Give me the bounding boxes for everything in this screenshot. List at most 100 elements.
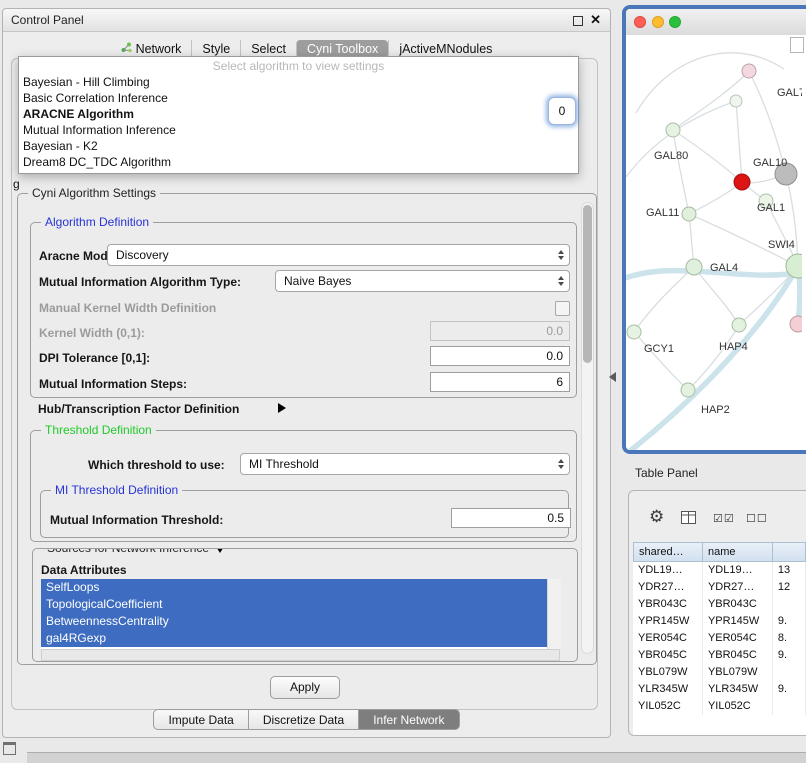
table-row[interactable]: YBR043CYBR043C: [633, 596, 806, 613]
docked-panel-icon[interactable]: [3, 742, 16, 755]
collapse-caret-icon: [215, 548, 225, 553]
table-cell: YDR27…: [633, 579, 703, 596]
svg-text:SWI4: SWI4: [768, 239, 795, 251]
mi-threshold-field[interactable]: 0.5: [451, 508, 571, 528]
threshold-definition-group: Threshold Definition Which threshold to …: [30, 430, 577, 542]
control-panel-window: Control Panel ✕ Network Style Select Cyni T…: [2, 8, 611, 738]
sources-group: Sources for Network Inference Data Attri…: [32, 548, 578, 662]
table-cell: YLR345W: [633, 681, 703, 698]
attribute-item-selfloops[interactable]: SelfLoops: [41, 579, 560, 596]
svg-text:GAL4: GAL4: [710, 262, 738, 274]
mi-type-select[interactable]: Naive Bayes: [275, 270, 570, 292]
table-row[interactable]: YIL052CYIL052C: [633, 698, 806, 715]
table-row[interactable]: YDR27…YDR27…12: [633, 579, 806, 596]
table-cell: YIL052C: [703, 698, 773, 715]
table-row[interactable]: YER054CYER054C8.: [633, 630, 806, 647]
dpi-tolerance-field[interactable]: 0.0: [430, 346, 570, 366]
column-header-shared-[interactable]: shared…: [633, 542, 703, 562]
expand-arrow-icon[interactable]: [278, 403, 286, 413]
float-window-icon[interactable]: [573, 16, 583, 26]
close-window-icon[interactable]: ✕: [590, 12, 601, 28]
svg-text:GCY1: GCY1: [644, 343, 674, 355]
table-row[interactable]: YPR145WYPR145W9.: [633, 613, 806, 630]
algorithm-option-basic-correlation-inference[interactable]: Basic Correlation Inference: [19, 90, 578, 106]
sources-title[interactable]: Sources for Network Inference: [43, 548, 229, 555]
split-collapse-icon[interactable]: [609, 372, 616, 382]
attributes-vscrollbar[interactable]: [547, 579, 561, 649]
table-row[interactable]: YBL079WYBL079W: [633, 664, 806, 681]
mi-type-label: Mutual Information Algorithm Type:: [39, 275, 241, 289]
mi-steps-field[interactable]: 6: [430, 372, 570, 392]
table-cell: [773, 698, 806, 715]
svg-text:GAL10: GAL10: [753, 157, 787, 169]
svg-text:HAP4: HAP4: [719, 341, 748, 353]
algorithm-definition-group: Algorithm Definition Aracne Mode: Discov…: [30, 222, 577, 398]
dpi-tolerance-label: DPI Tolerance [0,1]:: [39, 351, 150, 365]
attributes-hscrollbar[interactable]: [41, 649, 560, 661]
which-threshold-value: MI Threshold: [249, 457, 319, 471]
algorithm-definition-title: Algorithm Definition: [41, 215, 153, 229]
aracne-mode-select[interactable]: Discovery: [107, 244, 570, 266]
table-cell: [773, 596, 806, 613]
minimize-traffic-light-icon[interactable]: [652, 16, 664, 28]
table-header[interactable]: shared…name: [633, 542, 806, 562]
attribute-item-gal4rgexp[interactable]: gal4RGexp: [41, 630, 560, 647]
mi-threshold-label: Mutual Information Threshold:: [50, 513, 223, 527]
network-canvas[interactable]: GAL80GAL10GAL11GAL1SWI4GAL4GCY1HAP4HAP2G…: [626, 35, 806, 450]
table-cell: 13: [773, 562, 806, 579]
tab-label: Network: [136, 42, 182, 56]
which-threshold-label: Which threshold to use:: [88, 458, 225, 472]
column-header-2[interactable]: [773, 542, 806, 562]
table-cell: YLR345W: [703, 681, 773, 698]
manual-kernel-checkbox[interactable]: [555, 301, 570, 316]
mi-type-value: Naive Bayes: [284, 274, 351, 288]
bottom-tab-impute-data[interactable]: Impute Data: [153, 709, 248, 730]
table-cell: YPR145W: [703, 613, 773, 630]
attribute-item-topologicalcoefficient[interactable]: TopologicalCoefficient: [41, 596, 560, 613]
settings-scrollbar-thumb[interactable]: [583, 205, 592, 363]
svg-text:HAP2: HAP2: [701, 404, 730, 416]
tab-label: Style: [202, 42, 230, 56]
column-header-name[interactable]: name: [703, 542, 773, 562]
close-traffic-light-icon[interactable]: [634, 16, 646, 28]
columns-icon[interactable]: [681, 511, 696, 527]
tab-label: Select: [251, 42, 286, 56]
zoom-traffic-light-icon[interactable]: [669, 16, 681, 28]
bottom-tab-discretize-data[interactable]: Discretize Data: [249, 709, 359, 730]
settings-scrollbar[interactable]: [581, 202, 594, 654]
mi-steps-label: Mutual Information Steps:: [39, 377, 187, 391]
hub-section-label[interactable]: Hub/Transcription Factor Definition: [38, 402, 239, 416]
svg-text:GAL11: GAL11: [646, 207, 679, 219]
algorithm-option-bayesian-hill-climbing[interactable]: Bayesian - Hill Climbing: [19, 74, 578, 90]
table-cell: YDR27…: [703, 579, 773, 596]
algorithm-dropdown: Select algorithm to view settingsBayesia…: [18, 56, 579, 174]
bottom-tab-infer-network[interactable]: Infer Network: [359, 709, 459, 730]
table-row[interactable]: YBR045CYBR045C9.: [633, 647, 806, 664]
mi-threshold-definition-title: MI Threshold Definition: [51, 483, 182, 497]
algorithm-option-dream8-dc-tdc-algorithm[interactable]: Dream8 DC_TDC Algorithm: [19, 154, 578, 170]
table-cell: YBR043C: [633, 596, 703, 613]
tab-label: Cyni Toolbox: [307, 42, 378, 56]
table-row[interactable]: YLR345WYLR345W9.: [633, 681, 806, 698]
algorithm-option-bayesian-k2[interactable]: Bayesian - K2: [19, 138, 578, 154]
window-title: Control Panel: [11, 13, 84, 27]
kernel-width-label: Kernel Width (0,1):: [39, 326, 145, 340]
apply-button[interactable]: Apply: [270, 676, 340, 699]
which-threshold-select[interactable]: MI Threshold: [240, 453, 570, 475]
table-panel-title: Table Panel: [635, 466, 698, 480]
table-cell: 9.: [773, 647, 806, 664]
control-panel-titlebar[interactable]: Control Panel ✕: [3, 9, 610, 32]
algorithm-option-mutual-information-inference[interactable]: Mutual Information Inference: [19, 122, 578, 138]
attribute-item-betweennesscentrality[interactable]: BetweennessCentrality: [41, 613, 560, 630]
algorithm-option-aracne-algorithm[interactable]: ARACNE Algorithm: [19, 106, 578, 122]
unchecked-rows-icon[interactable]: ☐☐: [746, 512, 768, 525]
table-cell: YBR045C: [633, 647, 703, 664]
checked-rows-icon[interactable]: ☑☑: [713, 512, 735, 525]
table-row[interactable]: YDL19…YDL19…13: [633, 562, 806, 579]
scroll-corner: [790, 37, 804, 53]
gear-icon[interactable]: ⚙: [649, 507, 664, 527]
obscured-spinner[interactable]: 0: [548, 97, 576, 125]
network-window-titlebar[interactable]: [626, 9, 806, 36]
data-attributes-list[interactable]: SelfLoopsTopologicalCoefficientBetweenne…: [41, 579, 560, 649]
table-cell: YBR043C: [703, 596, 773, 613]
